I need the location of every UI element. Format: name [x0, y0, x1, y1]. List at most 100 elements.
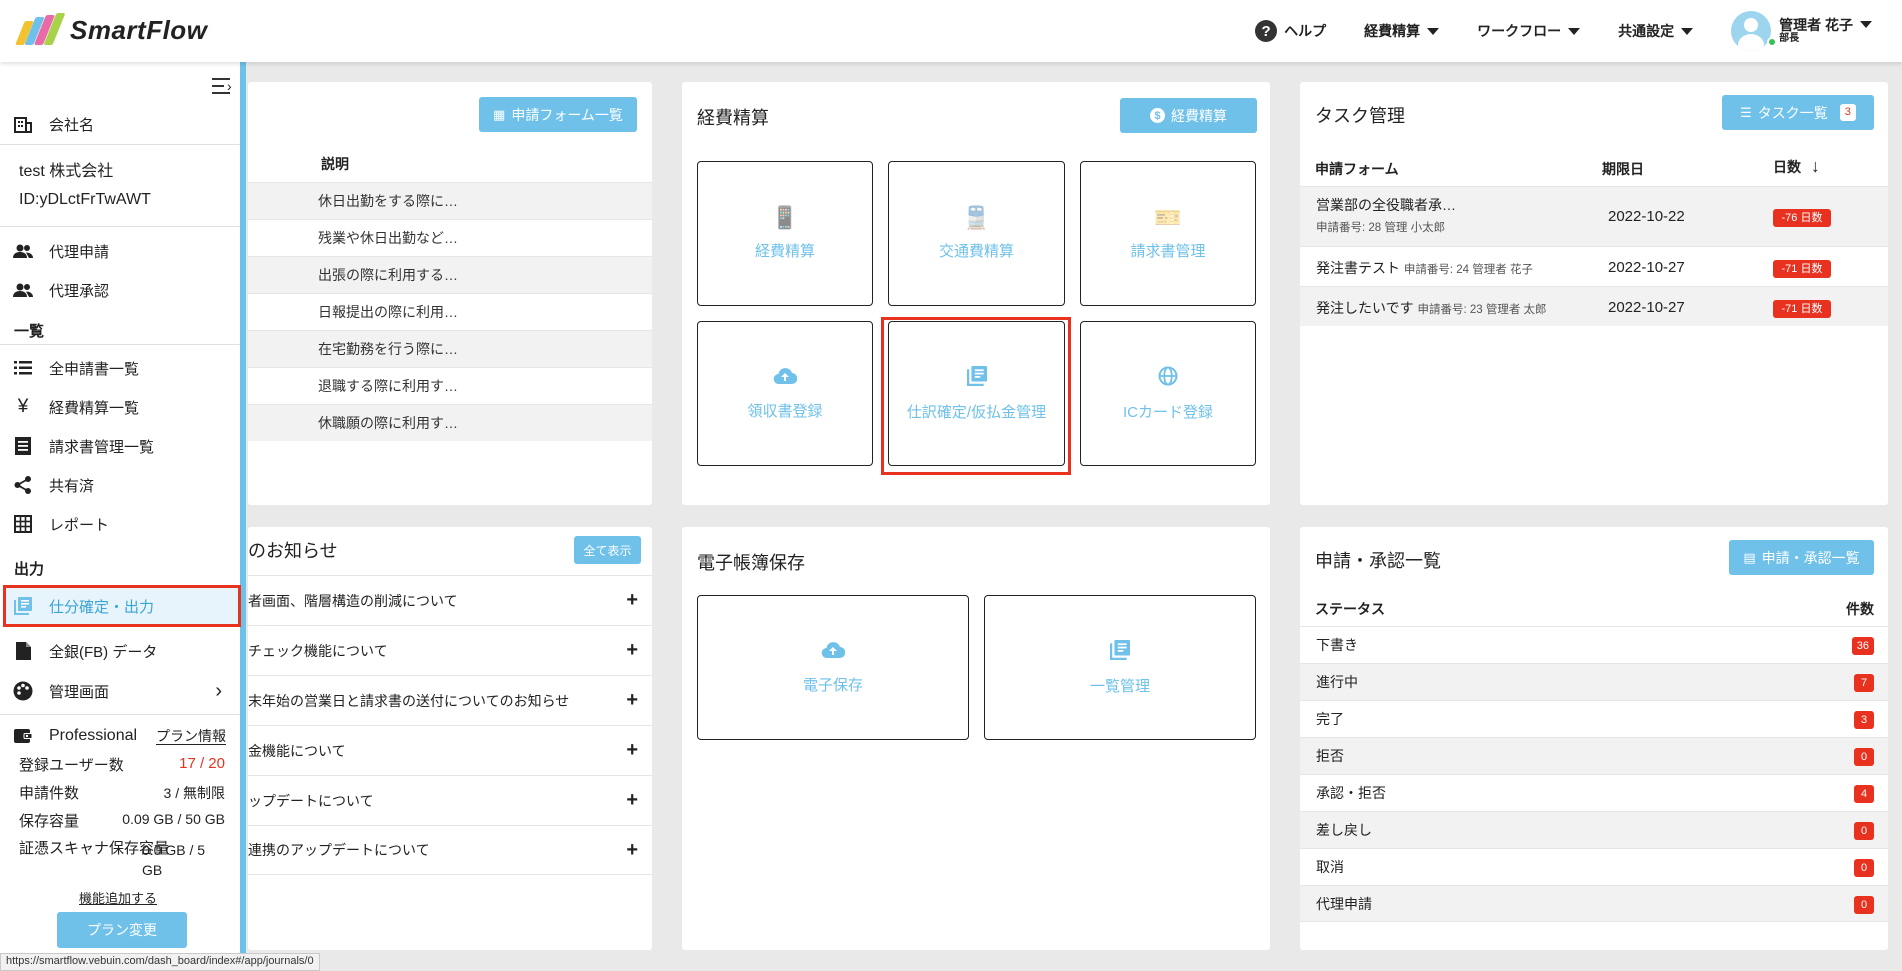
- sidebar-item-expense-list[interactable]: ¥ 経費精算一覧: [0, 394, 240, 420]
- sidebar-item-zengin-data[interactable]: 全銀(FB) データ: [0, 638, 240, 664]
- table-row[interactable]: 営業部の全役職者承… 申請番号: 28 管理 小太郎 2022-10-22 -7…: [1300, 186, 1888, 246]
- company-name: test 株式会社: [19, 163, 114, 180]
- news-card: のお知らせ 全て表示 者画面、階層構造の削減について + チェック機能について + …: [248, 527, 652, 950]
- show-all-button[interactable]: 全て表示: [574, 536, 641, 564]
- expense-button[interactable]: $ 経費精算: [1120, 98, 1257, 133]
- nav-menu-expense[interactable]: 経費精算: [1364, 21, 1440, 41]
- column-header-count: 件数: [1846, 601, 1874, 617]
- dollar-circle-icon: $: [1150, 108, 1165, 123]
- table-row[interactable]: 退職する際に利用す…: [248, 367, 652, 404]
- form-list-button[interactable]: ▦ 申請フォーム一覧: [479, 97, 637, 132]
- nav-menu-common-settings[interactable]: 共通設定: [1618, 21, 1694, 41]
- company-info: test 株式会社 ID:yDLctFrTwAWT: [19, 158, 151, 214]
- news-item[interactable]: 末年始の営業日と請求書の送付についてのお知らせ +: [248, 675, 652, 725]
- table-row[interactable]: 取消 0: [1300, 848, 1888, 885]
- list-heading: 一覧: [14, 323, 45, 340]
- plus-icon: +: [626, 789, 638, 811]
- tile-transport[interactable]: 🚆 交通費精算: [888, 161, 1065, 306]
- news-item[interactable]: チェック機能について +: [248, 625, 652, 675]
- table-row[interactable]: 発注したいです 申請番号: 23 管理者 太郎 2022-10-27 -71 日…: [1300, 286, 1888, 326]
- plus-icon: +: [626, 838, 638, 861]
- collapse-menu-icon[interactable]: ›: [212, 76, 234, 96]
- user-name: 管理者 花子: [1779, 17, 1853, 33]
- tile-expense[interactable]: 📱 経費精算: [697, 161, 873, 306]
- globe-icon: [1158, 366, 1178, 391]
- count-badge: 3: [1854, 711, 1874, 729]
- table-row[interactable]: 完了 3: [1300, 700, 1888, 737]
- stat-value: 3 / 無制限: [163, 785, 225, 801]
- tile-invoice[interactable]: 🎫 請求書管理: [1080, 161, 1256, 306]
- news-item[interactable]: ップデートについて +: [248, 775, 652, 825]
- news-item[interactable]: 連携のアップデートについて +: [248, 825, 652, 875]
- nav-menu-workflow[interactable]: ワークフロー: [1477, 21, 1581, 41]
- library-books-icon: [12, 596, 34, 616]
- table-row[interactable]: 拒否 0: [1300, 737, 1888, 774]
- task-count-badge: 3: [1839, 104, 1856, 121]
- user-menu[interactable]: 管理者 花子 部長: [1731, 11, 1872, 51]
- sidebar-item-report[interactable]: レポート: [0, 511, 240, 537]
- grid-icon: [12, 514, 34, 534]
- sidebar-item-admin[interactable]: 管理画面 ›: [0, 677, 240, 705]
- column-header-status: ステータス: [1315, 601, 1385, 617]
- stat-label: 申請件数: [19, 785, 80, 802]
- plus-icon: +: [626, 739, 638, 761]
- table-row[interactable]: 承認・拒否 4: [1300, 774, 1888, 811]
- list-icon: ☰: [1740, 104, 1752, 120]
- tile-receipt-register[interactable]: 領収書登録: [697, 321, 873, 466]
- grid-icon: ▦: [493, 106, 506, 122]
- column-header-description: 説明: [321, 156, 349, 172]
- sidebar-item-shared[interactable]: 共有済: [0, 472, 240, 498]
- add-features-link[interactable]: 機能追加する: [79, 888, 157, 907]
- table-row[interactable]: 下書き 36: [1300, 626, 1888, 663]
- table-row[interactable]: 在宅勤務を行う際に…: [248, 330, 652, 367]
- card-title: 申請・承認一覧: [1315, 551, 1441, 571]
- browser-status-url: https://smartflow.vebuin.com/dash_board/…: [0, 953, 320, 971]
- plan-info-link[interactable]: プラン情報: [156, 728, 226, 745]
- ticket-icon: 🎫: [1154, 205, 1182, 230]
- tile-ic-card[interactable]: ICカード登録: [1080, 321, 1256, 466]
- caret-down-icon: [1427, 27, 1440, 35]
- plus-icon: +: [626, 639, 638, 661]
- forms-card: ▦ 申請フォーム一覧 説明 休日出勤をする際に… 残業や休日出勤など… 出張の際に…: [248, 82, 652, 505]
- table-row[interactable]: 発注書テスト 申請番号: 24 管理者 花子 2022-10-27 -71 日数: [1300, 246, 1888, 286]
- inbox-icon: ▤: [1743, 549, 1756, 565]
- plan-name: Professional: [49, 727, 138, 744]
- approval-list-button[interactable]: ▤ 申請・承認一覧: [1729, 540, 1874, 575]
- yen-icon: ¥: [17, 396, 29, 417]
- column-header-days[interactable]: 日数 ↓: [1773, 156, 1820, 177]
- table-row[interactable]: 代理申請 0: [1300, 885, 1888, 922]
- count-badge: 4: [1854, 785, 1874, 803]
- sidebar-item-all-applications[interactable]: 全申請書一覧: [0, 355, 240, 381]
- table-row[interactable]: 残業や休日出勤など…: [248, 219, 652, 256]
- sidebar-item-invoice-list[interactable]: 請求書管理一覧: [0, 433, 240, 459]
- news-item[interactable]: 者画面、階層構造の削減について +: [248, 575, 652, 625]
- sidebar-item-proxy-approve[interactable]: 代理承認: [0, 277, 240, 303]
- building-icon: [12, 114, 34, 134]
- users-icon: [12, 241, 34, 261]
- file-icon: [12, 641, 34, 661]
- table-row[interactable]: 出張の際に利用する…: [248, 256, 652, 293]
- task-list-button[interactable]: ☰ タスク一覧 3: [1722, 95, 1874, 130]
- table-row[interactable]: 差し戻し 0: [1300, 811, 1888, 848]
- count-badge: 36: [1851, 637, 1874, 655]
- count-badge: 7: [1854, 674, 1874, 692]
- sidebar-item-proxy-apply[interactable]: 代理申請: [0, 238, 240, 264]
- ebook-card: 電子帳簿保存 電子保存 一覧管理: [682, 527, 1270, 950]
- tile-e-storage[interactable]: 電子保存: [697, 595, 969, 740]
- table-row[interactable]: 進行中 7: [1300, 663, 1888, 700]
- table-row[interactable]: 日報提出の際に利用…: [248, 293, 652, 330]
- company-id: ID:yDLctFrTwAWT: [19, 191, 151, 208]
- help-link[interactable]: ? ヘルプ: [1255, 20, 1326, 42]
- output-heading: 出力: [14, 561, 45, 578]
- news-item[interactable]: 金機能について +: [248, 725, 652, 775]
- wallet-icon: [12, 726, 34, 746]
- tile-highlight: [881, 317, 1071, 475]
- table-row[interactable]: 休職願の際に利用す…: [248, 404, 652, 441]
- tile-list-management[interactable]: 一覧管理: [984, 595, 1256, 740]
- plus-icon: +: [626, 589, 638, 611]
- plan-change-button[interactable]: プラン変更: [57, 912, 187, 948]
- sidebar-item-journal-output[interactable]: 仕分確定・出力: [0, 593, 240, 619]
- list-icon: [12, 358, 34, 378]
- table-row[interactable]: 休日出勤をする際に…: [248, 182, 652, 219]
- logo[interactable]: SmartFlow: [14, 13, 207, 47]
